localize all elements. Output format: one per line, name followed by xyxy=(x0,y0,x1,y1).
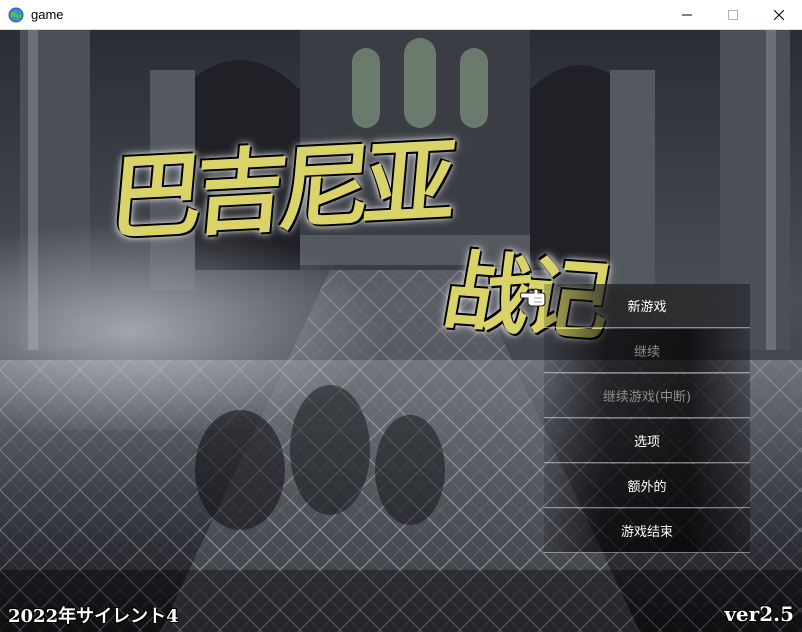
title-menu: 新游戏 继续 继续游戏(中断) 选项 额外的 游戏结束 xyxy=(544,284,750,554)
maximize-button[interactable] xyxy=(710,0,756,30)
menu-item-continue: 继续 xyxy=(544,329,750,373)
menu-item-label: 选项 xyxy=(633,435,660,450)
menu-item-label: 新游戏 xyxy=(627,300,667,315)
menu-item-extras[interactable]: 额外的 xyxy=(544,464,750,508)
title-bar: game xyxy=(0,0,802,30)
menu-item-label: 额外的 xyxy=(627,480,667,495)
copyright-text: 2022年サイレント4 xyxy=(8,606,179,627)
window-title: game xyxy=(31,7,64,22)
menu-item-options[interactable]: 选项 xyxy=(544,419,750,463)
version-text: ver2.5 xyxy=(724,602,794,626)
maximize-icon xyxy=(728,10,738,20)
menu-item-label: 游戏结束 xyxy=(620,525,673,540)
minimize-button[interactable] xyxy=(664,0,710,30)
close-button[interactable] xyxy=(756,0,802,30)
close-icon xyxy=(774,10,784,20)
globe-icon xyxy=(8,7,24,23)
menu-item-resume-suspended: 继续游戏(中断) xyxy=(544,374,750,418)
pointing-hand-icon xyxy=(520,288,546,307)
menu-item-quit-game[interactable]: 游戏结束 xyxy=(544,509,750,553)
menu-item-new-game[interactable]: 新游戏 xyxy=(544,284,750,328)
game-window: game 巴吉尼亚 战记 新游戏 继续 继续游戏(中断) 选项 额外的 游戏结束… xyxy=(0,0,802,632)
minimize-icon xyxy=(682,14,692,16)
menu-item-label: 继续 xyxy=(633,345,660,360)
menu-item-label: 继续游戏(中断) xyxy=(602,390,692,405)
title-scene: 巴吉尼亚 战记 新游戏 继续 继续游戏(中断) 选项 额外的 游戏结束 2022… xyxy=(0,30,802,632)
